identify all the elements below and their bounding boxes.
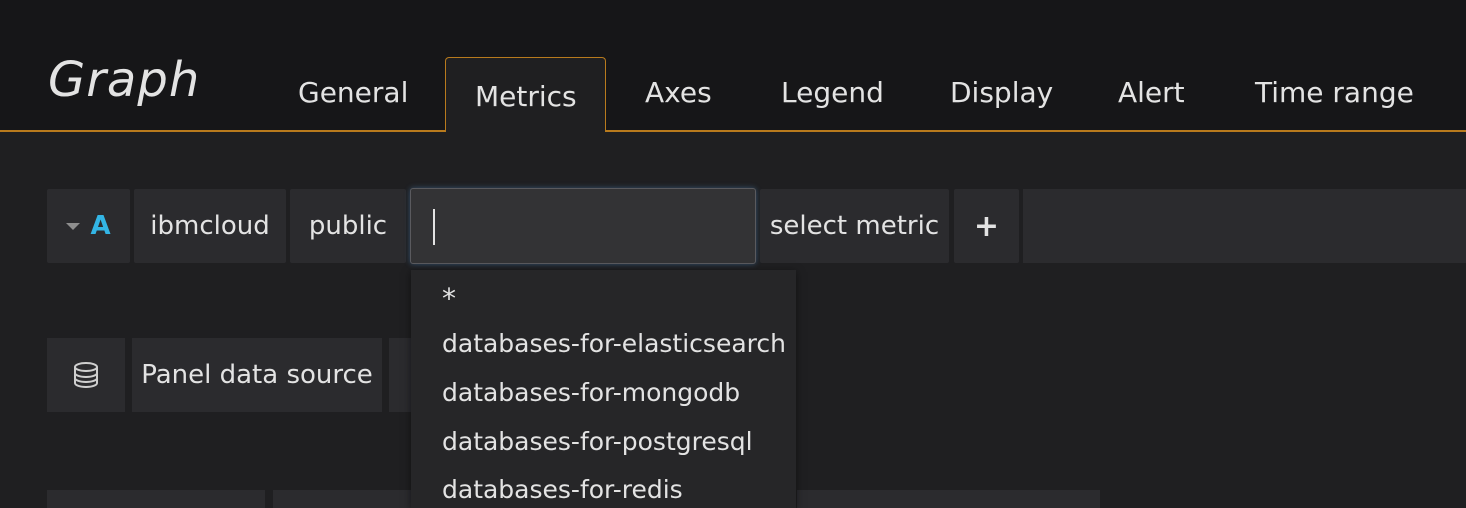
- bottom-control-2[interactable]: [273, 490, 411, 508]
- menu-item-postgresql[interactable]: databases-for-postgresql: [442, 427, 753, 456]
- add-segment-button[interactable]: +: [954, 189, 1019, 263]
- scope-segment[interactable]: public: [290, 189, 406, 263]
- tab-axes[interactable]: Axes: [645, 76, 712, 109]
- panel-title: Graph: [48, 52, 201, 108]
- metric-search-input[interactable]: [410, 188, 756, 264]
- bottom-control-1[interactable]: [47, 490, 265, 508]
- datasource-dropdown-edge[interactable]: [389, 338, 411, 412]
- panel-editor-header: Graph General Metrics Axes Legend Displa…: [0, 0, 1466, 132]
- menu-item-wildcard[interactable]: *: [442, 282, 456, 315]
- text-cursor: [433, 209, 435, 245]
- menu-item-mongodb[interactable]: databases-for-mongodb: [442, 378, 740, 407]
- database-icon: [74, 362, 98, 389]
- bottom-control-3[interactable]: [797, 490, 1100, 508]
- menu-item-elasticsearch[interactable]: databases-for-elasticsearch: [442, 329, 786, 358]
- tab-display[interactable]: Display: [950, 76, 1053, 109]
- tab-time-range[interactable]: Time range: [1255, 76, 1414, 109]
- namespace-segment[interactable]: ibmcloud: [134, 189, 286, 263]
- caret-down-icon: [66, 222, 81, 230]
- tab-alert[interactable]: Alert: [1118, 76, 1185, 109]
- query-row-filler: [1023, 189, 1466, 263]
- datasource-picker[interactable]: Panel data source: [132, 338, 382, 412]
- query-ref-toggle[interactable]: A: [47, 189, 130, 263]
- select-metric-segment[interactable]: select metric: [760, 189, 949, 263]
- datasource-icon-box: [47, 338, 125, 412]
- tab-metrics[interactable]: Metrics: [445, 57, 606, 132]
- query-ref-id: A: [90, 211, 111, 241]
- metric-autocomplete-menu: * databases-for-elasticsearch databases-…: [411, 270, 796, 508]
- tab-general[interactable]: General: [298, 76, 408, 109]
- menu-item-redis[interactable]: databases-for-redis: [442, 475, 683, 504]
- tab-legend[interactable]: Legend: [781, 76, 884, 109]
